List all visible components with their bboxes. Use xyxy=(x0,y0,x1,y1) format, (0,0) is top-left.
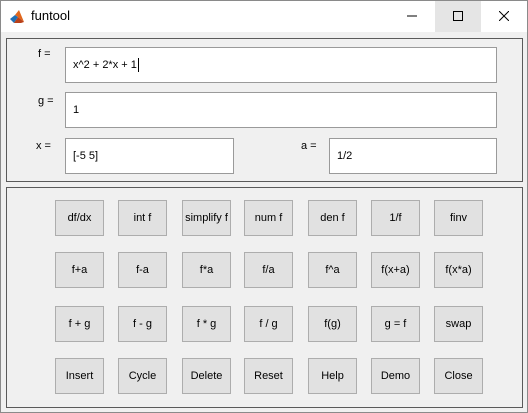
btn-close-button[interactable]: Close xyxy=(434,358,483,394)
btn-f-x-a-button[interactable]: f(x*a) xyxy=(434,252,483,288)
g-input[interactable]: 1 xyxy=(65,92,497,128)
btn-cycle-button[interactable]: Cycle xyxy=(118,358,167,394)
funtool-window: funtool f = x^2 + 2*x + 1 g = 1 x = [-5 … xyxy=(0,0,528,413)
f-value: x^2 + 2*x + 1 xyxy=(73,59,137,71)
btn-f-g-button[interactable]: f - g xyxy=(118,306,167,342)
x-value: [-5 5] xyxy=(73,150,99,162)
btn-finv-button[interactable]: finv xyxy=(434,200,483,236)
btn-help-button[interactable]: Help xyxy=(308,358,357,394)
btn-swap-button[interactable]: swap xyxy=(434,306,483,342)
btn-f-a-button[interactable]: f^a xyxy=(308,252,357,288)
btn-delete-button[interactable]: Delete xyxy=(182,358,231,394)
g-label: g = xyxy=(38,95,54,107)
btn-f-a-button[interactable]: f-a xyxy=(118,252,167,288)
btn-f-a-button[interactable]: f/a xyxy=(244,252,293,288)
btn-f-x-a-button[interactable]: f(x+a) xyxy=(371,252,420,288)
btn-int-f-button[interactable]: int f xyxy=(118,200,167,236)
a-input[interactable]: 1/2 xyxy=(329,138,497,174)
window-title: funtool xyxy=(31,8,71,23)
btn-num-f-button[interactable]: num f xyxy=(244,200,293,236)
btn-f-g-button[interactable]: f(g) xyxy=(308,306,357,342)
btn-f-a-button[interactable]: f*a xyxy=(182,252,231,288)
btn-f-g-button[interactable]: f + g xyxy=(55,306,104,342)
btn-demo-button[interactable]: Demo xyxy=(371,358,420,394)
close-icon xyxy=(498,10,510,24)
minimize-button[interactable] xyxy=(389,1,435,32)
btn-insert-button[interactable]: Insert xyxy=(55,358,104,394)
a-label: a = xyxy=(301,140,317,152)
btn-g-f-button[interactable]: g = f xyxy=(371,306,420,342)
btn-reset-button[interactable]: Reset xyxy=(244,358,293,394)
btn-f-g-button[interactable]: f * g xyxy=(182,306,231,342)
x-input[interactable]: [-5 5] xyxy=(65,138,234,174)
button-panel: df/dx int f simplify f num f den f 1/f finv f+a… xyxy=(6,187,523,408)
f-label: f = xyxy=(38,48,51,60)
close-window-button[interactable] xyxy=(481,1,527,32)
x-label: x = xyxy=(36,140,51,152)
text-caret xyxy=(137,58,139,73)
matlab-icon xyxy=(9,9,25,25)
f-input[interactable]: x^2 + 2*x + 1 xyxy=(65,47,497,83)
a-value: 1/2 xyxy=(337,150,353,162)
btn-df-dx-button[interactable]: df/dx xyxy=(55,200,104,236)
btn-den-f-button[interactable]: den f xyxy=(308,200,357,236)
btn-1-f-button[interactable]: 1/f xyxy=(371,200,420,236)
maximize-button[interactable] xyxy=(435,1,481,32)
btn-f-a-button[interactable]: f+a xyxy=(55,252,104,288)
input-panel: f = x^2 + 2*x + 1 g = 1 x = [-5 5] a = 1… xyxy=(6,38,523,182)
g-value: 1 xyxy=(73,104,80,116)
btn-f-g-button[interactable]: f / g xyxy=(244,306,293,342)
maximize-icon xyxy=(453,10,463,24)
btn-simplify-f-button[interactable]: simplify f xyxy=(182,200,231,236)
minimize-icon xyxy=(407,10,417,24)
title-bar[interactable]: funtool xyxy=(1,1,527,32)
